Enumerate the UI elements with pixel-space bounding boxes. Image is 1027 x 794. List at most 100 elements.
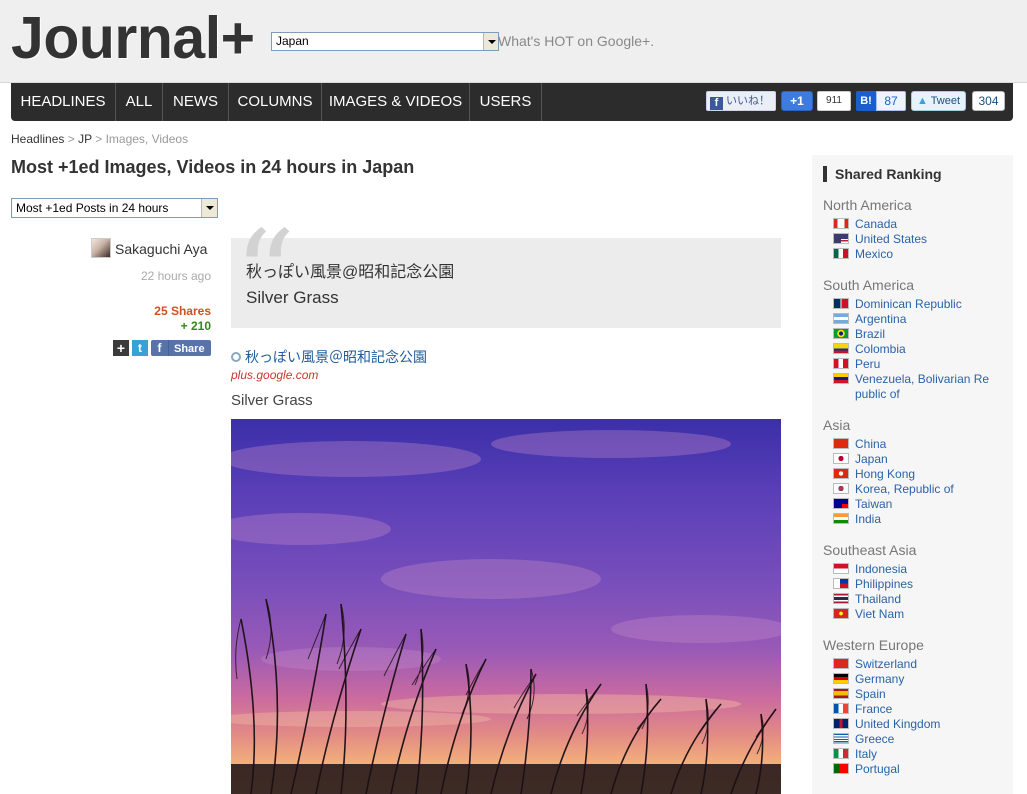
country-link-colombia[interactable]: Colombia <box>833 342 1013 357</box>
country-link-switzerland[interactable]: Switzerland <box>833 657 1013 672</box>
chevron-down-icon[interactable] <box>201 199 217 217</box>
breadcrumb-current: Images, Videos <box>105 132 189 146</box>
country-link-mexico[interactable]: Mexico <box>833 247 1013 262</box>
country-link-peru[interactable]: Peru <box>833 357 1013 372</box>
page-title: Most +1ed Images, Videos in 24 hours in … <box>11 157 415 177</box>
post-link-text: 秋っぽい風景＠昭和記念公園 <box>245 349 427 365</box>
country-name: China <box>855 437 887 451</box>
flag-icon <box>833 733 849 744</box>
flag-icon <box>833 748 849 759</box>
plus-one-total: + 210 <box>180 319 211 333</box>
country-link-thailand[interactable]: Thailand <box>833 592 1013 607</box>
country-link-hong-kong[interactable]: Hong Kong <box>833 467 1013 482</box>
flag-icon <box>833 358 849 369</box>
facebook-share-button[interactable]: f Share <box>151 340 211 356</box>
hatena-bookmark-button[interactable]: B! <box>856 91 876 111</box>
tab-all[interactable]: ALL <box>116 83 163 121</box>
flag-icon <box>833 483 849 494</box>
breadcrumb-country[interactable]: JP <box>78 132 92 146</box>
flag-icon <box>833 673 849 684</box>
breadcrumb-sep: > <box>95 132 103 146</box>
flag-icon <box>833 233 849 244</box>
country-name: Switzerland <box>855 657 918 671</box>
country-link-spain[interactable]: Spain <box>833 687 1013 702</box>
sort-select[interactable]: Most +1ed Posts in 24 hours <box>11 198 218 218</box>
flag-icon <box>833 498 849 509</box>
flag-icon <box>833 343 849 354</box>
country-link-philippines[interactable]: Philippines <box>833 577 1013 592</box>
header: Journal+ Japan What's HOT on Google+. <box>0 0 1027 83</box>
flag-icon <box>833 763 849 774</box>
country-link-japan[interactable]: Japan <box>833 452 1013 467</box>
tab-users[interactable]: USERS <box>470 83 542 121</box>
chevron-down-icon[interactable] <box>483 33 498 50</box>
author-name[interactable]: Sakaguchi Aya <box>115 241 207 257</box>
country-link-indonesia[interactable]: Indonesia <box>833 562 1013 577</box>
country-link-viet-nam[interactable]: Viet Nam <box>833 607 1013 622</box>
region-heading: Southeast Asia <box>823 542 917 558</box>
flag-icon <box>833 608 849 619</box>
country-name: Dominican Republic <box>855 297 962 311</box>
country-link-dominican-republic[interactable]: Dominican Republic <box>833 297 1013 312</box>
google-plus-one-button[interactable]: +1 <box>781 91 813 111</box>
twitter-bird-icon: ▲ <box>916 95 928 107</box>
post-quote: “ 秋っぽい風景@昭和記念公園 Silver Grass <box>231 216 781 336</box>
site-logo[interactable]: Journal+ <box>11 6 255 70</box>
breadcrumb-sep: > <box>67 132 75 146</box>
country-link-united-states[interactable]: United States <box>833 232 1013 247</box>
country-name: United States <box>855 232 928 246</box>
avatar[interactable] <box>91 238 111 258</box>
country-name: United Kingdom <box>855 717 941 731</box>
tab-headlines[interactable]: HEADLINES <box>11 83 116 121</box>
flag-icon <box>833 703 849 714</box>
breadcrumb-home[interactable]: Headlines <box>11 132 64 146</box>
tab-news[interactable]: NEWS <box>163 83 229 121</box>
country-name: Viet Nam <box>855 607 905 621</box>
country-link-portugal[interactable]: Portugal <box>833 762 1013 777</box>
country-name: Philippines <box>855 577 914 591</box>
tweet-count[interactable]: 304 <box>972 91 1005 111</box>
country-link-france[interactable]: France <box>833 702 1013 717</box>
country-link-greece[interactable]: Greece <box>833 732 1013 747</box>
hatena-count[interactable]: 87 <box>876 91 906 111</box>
region-heading: Western Europe <box>823 637 924 653</box>
country-link-brazil[interactable]: Brazil <box>833 327 1013 342</box>
country-select-value: Japan <box>276 34 309 48</box>
country-link-united-kingdom[interactable]: United Kingdom <box>833 717 1013 732</box>
tab-images-videos[interactable]: IMAGES & VIDEOS <box>322 83 470 121</box>
post-image[interactable] <box>231 419 781 794</box>
twitter-share-icon[interactable]: t <box>132 340 148 356</box>
quote-text-en: Silver Grass <box>246 288 339 307</box>
country-link-china[interactable]: China <box>833 437 1013 452</box>
country-name: Hong Kong <box>855 467 916 481</box>
facebook-like-button[interactable]: f いいね！ <box>706 91 776 111</box>
share-label: Share <box>174 343 205 355</box>
country-name: Argentina <box>855 312 907 326</box>
country-link-germany[interactable]: Germany <box>833 672 1013 687</box>
region-heading: Asia <box>823 417 851 433</box>
country-link-korea[interactable]: Korea, Republic of <box>833 482 1013 497</box>
country-name: Taiwan <box>855 497 893 511</box>
country-name: Italy <box>855 747 878 761</box>
country-link-india[interactable]: India <box>833 512 1013 527</box>
tweet-label: Tweet <box>930 95 961 107</box>
tab-columns[interactable]: COLUMNS <box>229 83 322 121</box>
flag-icon <box>833 438 849 449</box>
country-name: Colombia <box>855 342 906 356</box>
flag-icon <box>833 688 849 699</box>
country-link-italy[interactable]: Italy <box>833 747 1013 762</box>
tweet-button[interactable]: ▲ Tweet <box>911 91 966 111</box>
country-select[interactable]: Japan <box>271 32 499 51</box>
region-heading: South America <box>823 277 915 293</box>
country-link-taiwan[interactable]: Taiwan <box>833 497 1013 512</box>
sidebar-title: Shared Ranking <box>823 166 942 182</box>
country-name: India <box>855 512 882 526</box>
country-link-canada[interactable]: Canada <box>833 217 1013 232</box>
breadcrumb: Headlines > JP > Images, Videos <box>11 132 188 146</box>
post-link[interactable]: 秋っぽい風景＠昭和記念公園 <box>231 347 427 367</box>
google-plus-share-icon[interactable]: + <box>113 340 129 356</box>
country-link-venezuela[interactable]: Venezuela, Bolivarian Re public of <box>833 372 1013 402</box>
country-name: Japan <box>855 452 888 466</box>
country-link-argentina[interactable]: Argentina <box>833 312 1013 327</box>
country-name: France <box>855 702 893 716</box>
